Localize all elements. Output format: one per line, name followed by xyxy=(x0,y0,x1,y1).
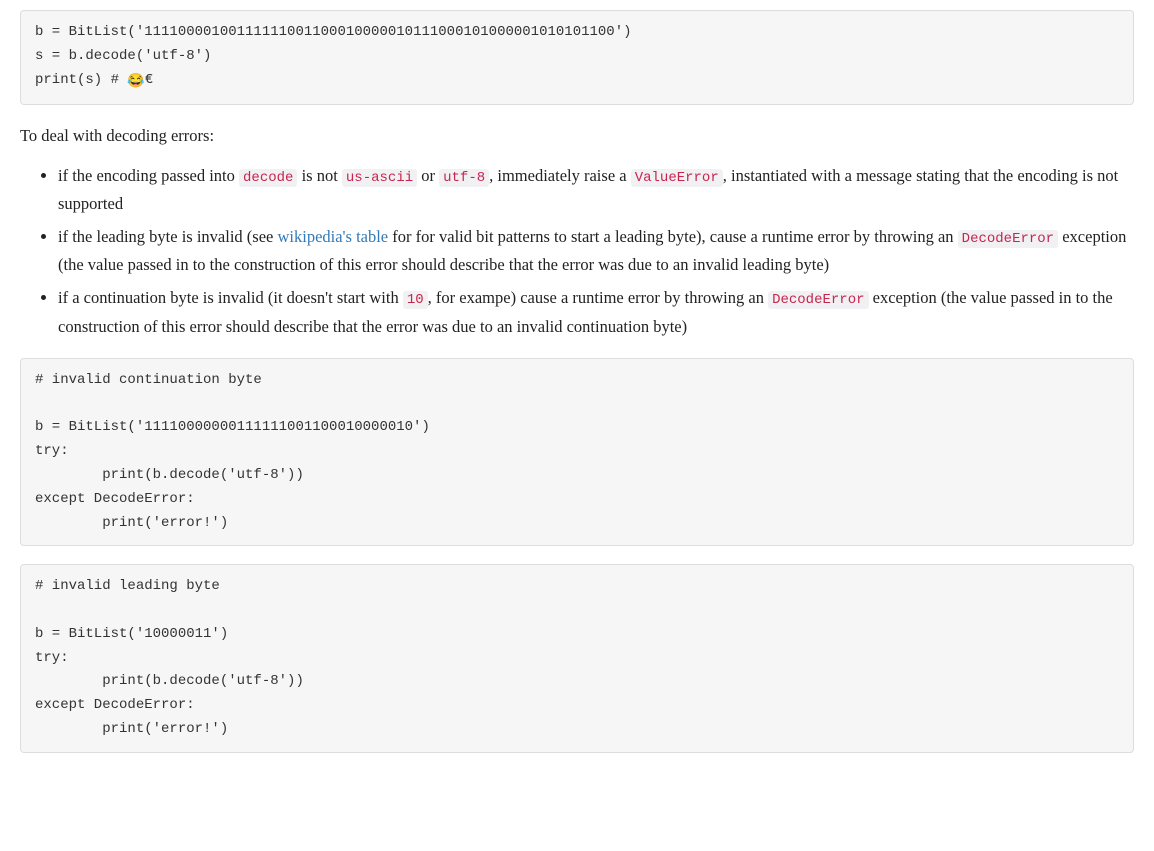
code-line: print(b.decode('utf-8')) xyxy=(35,673,304,689)
code-line: # invalid continuation byte xyxy=(35,372,262,388)
code-line: s = b.decode('utf-8') xyxy=(35,48,211,64)
inline-code: us-ascii xyxy=(342,169,417,187)
list-item: if a continuation byte is invalid (it do… xyxy=(58,284,1134,339)
code-line: print(b.decode('utf-8')) xyxy=(35,467,304,483)
code-line: b = BitList('10000011') xyxy=(35,626,228,642)
inline-code: utf-8 xyxy=(439,169,489,187)
code-block-3: # invalid leading byte b = BitList('1000… xyxy=(20,564,1134,753)
error-handling-list: if the encoding passed into decode is no… xyxy=(20,162,1134,340)
emoji-icon: 😂 xyxy=(127,71,144,95)
inline-code: DecodeError xyxy=(958,230,1058,248)
code-line: try: xyxy=(35,650,69,666)
inline-code: decode xyxy=(239,169,297,187)
code-line: print('error!') xyxy=(35,515,228,531)
list-item: if the leading byte is invalid (see wiki… xyxy=(58,223,1134,278)
inline-code: 10 xyxy=(403,291,428,309)
inline-code: DecodeError xyxy=(768,291,868,309)
code-line: b = BitList('111100000001111110011000100… xyxy=(35,419,430,435)
code-line: try: xyxy=(35,443,69,459)
code-block-2: # invalid continuation byte b = BitList(… xyxy=(20,358,1134,547)
code-line: print(s) # 😂€ xyxy=(35,72,153,88)
wikipedia-table-link[interactable]: wikipedia's table xyxy=(277,227,388,246)
document-container: b = BitList('111100001001111110011000100… xyxy=(0,10,1154,753)
list-item: if the encoding passed into decode is no… xyxy=(58,162,1134,217)
code-block-1: b = BitList('111100001001111110011000100… xyxy=(20,10,1134,105)
code-line: except DecodeError: xyxy=(35,697,195,713)
code-line: except DecodeError: xyxy=(35,491,195,507)
inline-code: ValueError xyxy=(631,169,723,187)
code-line: b = BitList('111100001001111110011000100… xyxy=(35,24,632,40)
paragraph-intro: To deal with decoding errors: xyxy=(20,123,1134,149)
code-line: print('error!') xyxy=(35,721,228,737)
code-line: # invalid leading byte xyxy=(35,578,220,594)
